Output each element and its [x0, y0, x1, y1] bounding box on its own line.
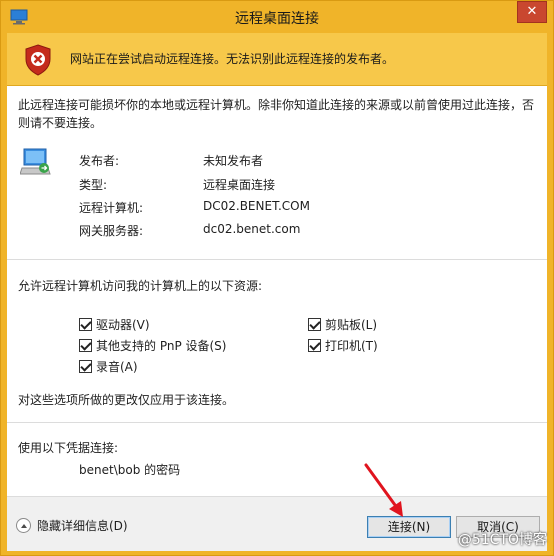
- banner-message: 网站正在尝试启动远程连接。无法识别此远程连接的发布者。: [70, 52, 395, 66]
- credentials-value: benet\bob 的密码: [79, 463, 181, 477]
- checkbox-checked[interactable]: [79, 359, 92, 373]
- checkbox-label: 打印机(T): [325, 338, 378, 353]
- computer-connection-icon: [20, 148, 51, 175]
- shield-error-icon: [25, 44, 51, 76]
- detail-label: 类型:: [79, 178, 108, 192]
- checkbox-checked[interactable]: [79, 317, 92, 331]
- detail-value: 远程桌面连接: [203, 178, 276, 192]
- warning-text: 此远程连接可能损坏你的本地或远程计算机。除非你知道此连接的来源或以前曾使用过此连…: [18, 98, 535, 130]
- divider: [7, 259, 547, 260]
- detail-label: 网关服务器:: [79, 224, 144, 238]
- detail-label: 发布者:: [79, 154, 120, 168]
- resources-heading: 允许远程计算机访问我的计算机上的以下资源:: [18, 279, 263, 293]
- checkbox-printers[interactable]: 打印机(T): [308, 337, 378, 353]
- checkbox-label: 剪贴板(L): [325, 317, 378, 332]
- detail-value: dc02.benet.com: [203, 222, 301, 236]
- checkbox-checked[interactable]: [308, 317, 321, 331]
- resources-note: 对这些选项所做的更改仅应用于该连接。: [18, 393, 235, 407]
- checkbox-audio-recording[interactable]: 录音(A): [79, 358, 138, 374]
- hide-details-toggle[interactable]: 隐藏详细信息(D): [16, 517, 128, 534]
- dialog-content: 此远程连接可能损坏你的本地或远程计算机。除非你知道此连接的来源或以前曾使用过此连…: [7, 86, 547, 551]
- checkbox-checked[interactable]: [308, 338, 321, 352]
- warning-banner: 网站正在尝试启动远程连接。无法识别此远程连接的发布者。: [7, 33, 547, 86]
- title-bar[interactable]: 远程桌面连接 ✕: [1, 1, 553, 33]
- red-arrow-annotation-icon: [364, 463, 403, 517]
- credentials-heading: 使用以下凭据连接:: [18, 441, 119, 455]
- chevron-up-icon[interactable]: [16, 518, 31, 533]
- checkbox-label: 其他支持的 PnP 设备(S): [96, 338, 227, 353]
- checkbox-label: 录音(A): [96, 359, 138, 374]
- watermark: @51CTO博客: [457, 532, 547, 548]
- checkbox-checked[interactable]: [79, 338, 92, 352]
- checkbox-clipboard[interactable]: 剪贴板(L): [308, 316, 377, 332]
- checkbox-label: 驱动器(V): [96, 317, 150, 332]
- rdp-dialog-window: 远程桌面连接 ✕ 网站正在尝试启动远程连接。无法识别此远程连接的发布者。 此远程…: [0, 0, 554, 556]
- checkbox-drives[interactable]: 驱动器(V): [79, 316, 150, 332]
- detail-value: 未知发布者: [203, 154, 264, 168]
- checkbox-pnp-devices[interactable]: 其他支持的 PnP 设备(S): [79, 337, 226, 353]
- close-button[interactable]: ✕: [517, 1, 547, 23]
- window-title: 远程桌面连接: [235, 11, 319, 27]
- divider: [7, 422, 547, 423]
- hide-details-label[interactable]: 隐藏详细信息(D): [37, 517, 128, 534]
- detail-label: 远程计算机:: [79, 201, 144, 215]
- detail-value: DC02.BENET.COM: [203, 199, 310, 213]
